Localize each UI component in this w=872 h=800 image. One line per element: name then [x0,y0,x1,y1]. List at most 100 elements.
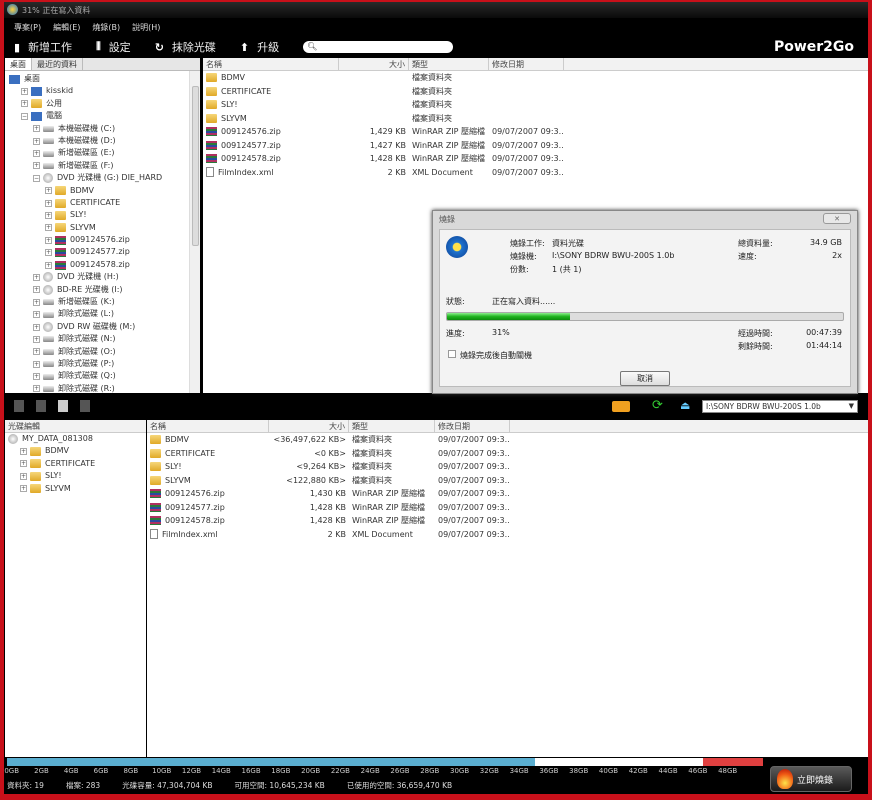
expand-toggle[interactable]: + [33,360,40,368]
expand-toggle[interactable]: + [33,298,40,306]
tree-item[interactable]: + 本機磁碟機 (D:) [5,135,200,147]
column-header[interactable]: 修改日期 [435,420,510,432]
tree-item[interactable]: + 新增磁碟區 (F:) [5,160,200,172]
tree-item[interactable]: + 卸除式磁碟 (R:) [5,383,200,393]
tree-item[interactable]: + 公用 [5,98,200,110]
tree-item[interactable]: + SLY! [5,209,200,221]
file-row[interactable]: 009124578.zip 1,428 KB WinRAR ZIP 壓縮檔 09/07… [147,514,868,528]
tree-item[interactable]: + SLYVM [5,483,146,495]
expand-toggle[interactable]: + [33,348,40,356]
tree-item[interactable]: − 電腦 [5,110,200,122]
burn-now-button[interactable]: 立即燒錄 [770,766,852,792]
search-input[interactable]: 🔍︎ [303,41,454,53]
file-row[interactable]: SLYVM <122,880 KB> 檔案資料夾 09/07/2007 09:3... [147,474,868,488]
tree-item[interactable]: + 卸除式磁碟 (N:) [5,333,200,345]
column-header[interactable]: 類型 [349,420,435,432]
tree-scrollbar[interactable] [189,71,200,393]
expand-toggle[interactable]: − [21,112,28,120]
tree-item[interactable]: + SLYVM [5,222,200,234]
tree-item[interactable]: +009124576.zip [5,234,200,246]
expand-toggle[interactable]: + [45,211,52,219]
menu-edit[interactable]: 編輯(E) [53,22,80,33]
column-header[interactable]: 大小 [339,58,409,70]
column-header[interactable]: 名稱 [147,420,269,432]
column-header[interactable]: 修改日期 [489,58,564,70]
expand-toggle[interactable]: + [33,385,40,393]
erase-disc-button[interactable]: ↻ 抹除光碟 [155,39,216,55]
settings-button[interactable]: ⫴ 設定 [96,39,131,55]
drive-select[interactable]: I:\SONY BDRW BWU-200S 1.0b ▼ [702,400,858,413]
expand-toggle[interactable]: + [33,286,40,294]
tree-item[interactable]: − DVD 光碟機 (G:) DIE_HARD [5,172,200,184]
file-row[interactable]: 009124577.zip 1,427 KB WinRAR ZIP 壓縮檔 09/07… [203,139,868,153]
tab-desktop[interactable]: 桌面 [5,58,32,70]
file-row[interactable]: 009124576.zip 1,429 KB WinRAR ZIP 壓縮檔 09/07… [203,125,868,139]
tab-recent[interactable]: 最近的資料 [32,58,83,70]
file-row[interactable]: CERTIFICATE 檔案資料夾 [203,85,868,99]
refresh-icon[interactable]: ⟳ [652,398,663,413]
scrollbar-thumb[interactable] [192,86,199,246]
expand-toggle[interactable]: + [33,323,40,331]
expand-toggle[interactable]: + [33,150,40,158]
close-button[interactable]: ✕ [823,213,851,224]
expand-toggle[interactable]: + [33,137,40,145]
tree-item[interactable]: + 卸除式磁碟 (Q:) [5,370,200,382]
file-row[interactable]: FilmIndex.xml 2 KB XML Document 09/07/2007 … [147,528,868,542]
expand-toggle[interactable]: + [33,162,40,170]
disc-info-icon[interactable] [612,401,630,412]
paste-icon[interactable] [58,400,68,412]
tree-item[interactable]: +009124577.zip [5,246,200,258]
menu-help[interactable]: 說明(H) [132,22,160,33]
expand-toggle[interactable]: + [33,373,40,381]
expand-toggle[interactable]: + [33,125,40,133]
expand-toggle[interactable]: + [20,448,27,456]
expand-toggle[interactable]: + [45,249,52,257]
expand-toggle[interactable]: + [45,236,52,244]
tree-item[interactable]: + 卸除式磁碟 (L:) [5,308,200,320]
tree-item[interactable]: + CERTIFICATE [5,458,146,470]
remove-file-icon[interactable] [36,400,46,412]
tree-item[interactable]: + 新增磁碟區 (K:) [5,296,200,308]
expand-toggle[interactable]: + [45,261,52,269]
tree-item[interactable]: + kisskid [5,85,200,97]
tree-item[interactable]: + BD-RE 光碟機 (I:) [5,284,200,296]
tree-item[interactable]: + DVD RW 磁碟機 (M:) [5,321,200,333]
expand-toggle[interactable]: + [45,187,52,195]
column-header[interactable]: 大小 [269,420,349,432]
file-row[interactable]: CERTIFICATE <0 KB> 檔案資料夾 09/07/2007 09:3... [147,447,868,461]
menu-project[interactable]: 專案(P) [14,22,41,33]
add-file-icon[interactable] [14,400,24,412]
auto-shutdown-checkbox[interactable] [448,350,456,358]
upgrade-button[interactable]: ⬆ 升級 [240,39,279,55]
cancel-button[interactable]: 取消 [620,371,670,386]
expand-toggle[interactable]: + [20,485,27,493]
expand-toggle[interactable]: + [33,311,40,319]
expand-toggle[interactable]: + [21,88,28,96]
tree-item[interactable]: + 卸除式磁碟 (O:) [5,346,200,358]
tree-item[interactable]: + BDMV [5,445,146,457]
file-row[interactable]: SLYVM 檔案資料夾 [203,112,868,126]
file-row[interactable]: 009124578.zip 1,428 KB WinRAR ZIP 壓縮檔 09/07… [203,152,868,166]
tree-item[interactable]: + DVD 光碟機 (H:) [5,271,200,283]
expand-toggle[interactable]: + [21,100,28,108]
expand-toggle[interactable]: − [33,174,40,182]
new-folder-icon[interactable] [80,400,90,412]
expand-toggle[interactable]: + [20,460,27,468]
column-header[interactable]: 名稱 [203,58,339,70]
file-row[interactable]: 009124577.zip 1,428 KB WinRAR ZIP 壓縮檔 09/07… [147,501,868,515]
column-header[interactable]: 類型 [409,58,489,70]
tree-item[interactable]: + CERTIFICATE [5,197,200,209]
tree-item[interactable]: + SLY! [5,470,146,482]
new-task-button[interactable]: ▮ 新增工作 [14,39,72,55]
tree-item[interactable]: 桌面 [5,73,200,85]
file-row[interactable]: BDMV 檔案資料夾 [203,71,868,85]
expand-toggle[interactable]: + [33,273,40,281]
file-row[interactable]: SLY! 檔案資料夾 [203,98,868,112]
file-row[interactable]: 009124576.zip 1,430 KB WinRAR ZIP 壓縮檔 09/07… [147,487,868,501]
menu-burn[interactable]: 燒錄(B) [92,22,120,33]
tree-item[interactable]: + 本機磁碟機 (C:) [5,123,200,135]
expand-toggle[interactable]: + [45,199,52,207]
file-row[interactable]: BDMV <36,497,622 KB> 檔案資料夾 09/07/2007 09:3.… [147,433,868,447]
expand-toggle[interactable]: + [20,472,27,480]
tree-item[interactable]: +009124578.zip [5,259,200,271]
